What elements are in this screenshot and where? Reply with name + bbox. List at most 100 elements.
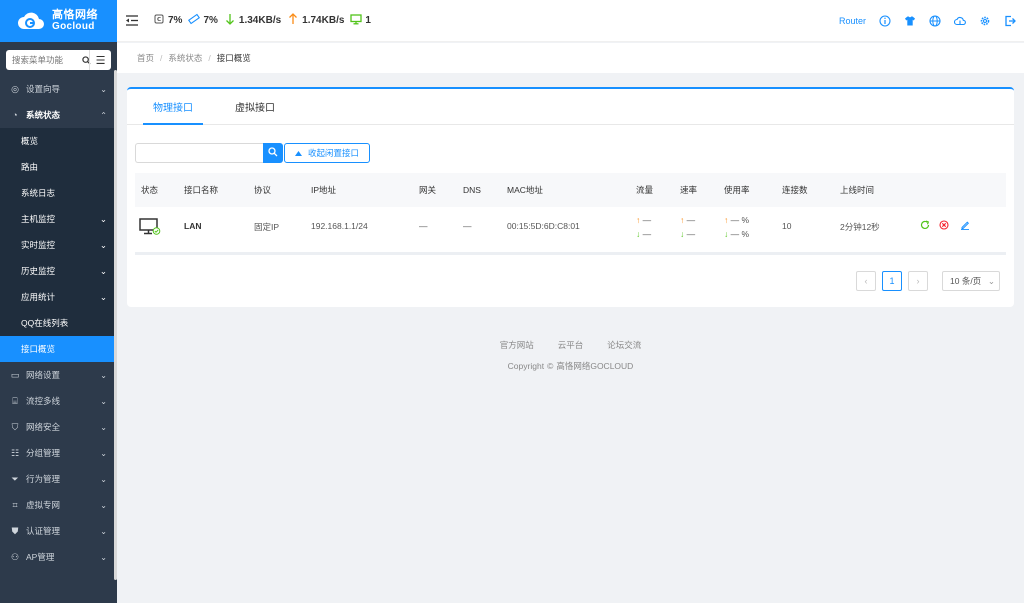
sidebar-subitem-system-log[interactable]: 系统日志 <box>0 180 117 206</box>
chevron-down-icon: ⌄ <box>100 370 107 380</box>
traffic-down-value: — <box>642 229 652 239</box>
sidebar-item-network-security[interactable]: ⛉ 网络安全 ⌄ <box>0 414 117 440</box>
logout-icon[interactable] <box>1004 15 1016 27</box>
interface-status-icon <box>139 218 161 238</box>
filter-icon: ⏷ <box>11 473 19 484</box>
shirt-theme-icon[interactable] <box>904 15 916 27</box>
sidebar-item-network-settings[interactable]: ▭ 网络设置 ⌄ <box>0 362 117 388</box>
ap-icon: ⚇ <box>10 551 20 562</box>
sidebar: 高恪网络 Gocloud ☰ ◎ 设置向导 ⌄ ◔ 系统状态 ⌃ 概览 路由 系… <box>0 0 117 603</box>
page-size-select[interactable]: 10 条/页 ⌄ <box>942 271 1000 291</box>
breadcrumb-separator: / <box>160 53 163 63</box>
menu-search: ☰ <box>6 50 111 70</box>
copyright-icon: © <box>547 361 554 371</box>
menu-toggle-button[interactable]: ☰ <box>89 50 111 70</box>
footer-link-cloud-platform[interactable]: 云平台 <box>558 339 584 351</box>
chevron-down-icon: ⌄ <box>100 448 107 458</box>
next-page-button[interactable]: › <box>908 271 928 291</box>
interface-protocol: 固定IP <box>254 222 280 232</box>
chevron-up-icon: ⌃ <box>100 110 107 120</box>
cloud-upload-icon[interactable] <box>954 15 966 27</box>
network-icon: ⌸ <box>12 395 18 406</box>
sidebar-subitem-realtime-monitor[interactable]: 实时监控 ⌄ <box>0 232 117 258</box>
col-dns: DNS <box>463 185 481 195</box>
tab-virtual-interface[interactable]: 虚拟接口 <box>225 89 285 124</box>
sidebar-collapse-icon[interactable] <box>125 14 139 28</box>
interface-gateway: — <box>419 221 428 231</box>
menu-search-input[interactable] <box>6 51 80 69</box>
subitem-label: 系统日志 <box>21 188 56 198</box>
cpu-value: 7% <box>168 15 183 26</box>
sidebar-subitem-qq-online[interactable]: QQ在线列表 <box>0 310 117 336</box>
refresh-icon[interactable] <box>920 220 930 232</box>
chevron-down-icon: ⌄ <box>100 474 107 484</box>
download-stat: 1.34KB/s <box>224 13 281 28</box>
tab-physical-interface[interactable]: 物理接口 <box>143 89 203 125</box>
sidebar-item-vpn[interactable]: ⌗ 虚拟专网 ⌄ <box>0 492 117 518</box>
interface-uptime: 2分钟12秒 <box>840 222 880 232</box>
memory-value: 7% <box>203 15 218 26</box>
brand-logo[interactable]: 高恪网络 Gocloud <box>0 0 117 42</box>
rate-down-value: — <box>686 229 696 239</box>
sidebar-subitem-host-monitor[interactable]: 主机监控 ⌄ <box>0 206 117 232</box>
sidebar-subitem-overview[interactable]: 概览 <box>0 128 117 154</box>
info-icon[interactable] <box>879 15 891 27</box>
sidebar-subitem-interface-overview[interactable]: 接口概览 <box>0 336 117 362</box>
page-number[interactable]: 1 <box>882 271 902 291</box>
interface-card: 物理接口 虚拟接口 收起闲置接口 状态 接口名称 协议 IP地址 网关 DNS … <box>127 87 1014 307</box>
sidebar-item-flow-control[interactable]: ⌸ 流控多线 ⌄ <box>0 388 117 414</box>
breadcrumb-current: 接口概览 <box>216 53 251 63</box>
subitem-label: 主机监控 <box>21 214 56 224</box>
interface-search-input[interactable] <box>135 143 263 163</box>
breadcrumb: 首页 / 系统状态 / 接口概览 <box>117 43 1024 73</box>
footer-link-official-site[interactable]: 官方网站 <box>500 339 534 351</box>
footer-link-forum[interactable]: 论坛交流 <box>607 339 641 351</box>
interface-search-button[interactable] <box>263 143 283 163</box>
sidebar-item-setup-wizard[interactable]: ◎ 设置向导 ⌄ <box>0 76 117 102</box>
sidebar-item-label: 流控多线 <box>26 396 61 406</box>
chevron-down-icon: ⌄ <box>987 275 995 286</box>
subitem-label: 路由 <box>21 162 39 172</box>
brand-name-cn: 高恪网络 <box>52 8 98 21</box>
sidebar-subitem-app-stats[interactable]: 应用统计 ⌄ <box>0 284 117 310</box>
edit-icon[interactable] <box>960 220 970 232</box>
memory-icon <box>188 13 201 28</box>
sidebar-item-ap-management[interactable]: ⚇ AP管理 ⌄ <box>0 544 117 570</box>
col-name: 接口名称 <box>184 185 219 195</box>
system-stats: C 7% 7% 1.34KB/s 1.74KB/s 1 <box>153 13 371 28</box>
online-stat: 1 <box>350 13 371 28</box>
sidebar-subitem-history-monitor[interactable]: 历史监控 ⌄ <box>0 258 117 284</box>
disable-icon[interactable] <box>939 220 949 232</box>
arrow-down-icon: ↓ <box>680 229 685 239</box>
interface-tabs: 物理接口 虚拟接口 <box>127 89 1014 125</box>
table-header: 状态 接口名称 协议 IP地址 网关 DNS MAC地址 流量 速率 使用率 连… <box>135 173 1006 207</box>
caret-up-icon <box>295 148 302 158</box>
sidebar-item-group-management[interactable]: ☷ 分组管理 ⌄ <box>0 440 117 466</box>
traffic-up-value: — <box>642 215 652 225</box>
sidebar-item-auth-management[interactable]: ⛊ 认证管理 ⌄ <box>0 518 117 544</box>
sidebar-subitem-route[interactable]: 路由 <box>0 154 117 180</box>
arrow-up-icon: ↑ <box>636 215 641 225</box>
gear-icon[interactable] <box>979 15 991 27</box>
breadcrumb-parent[interactable]: 系统状态 <box>168 52 202 64</box>
upload-stat: 1.74KB/s <box>287 13 344 28</box>
prev-page-button[interactable]: ‹ <box>856 271 876 291</box>
interface-connections: 10 <box>782 221 792 231</box>
rate-up-value: — <box>686 215 696 225</box>
brand-name-en: Gocloud <box>52 20 95 32</box>
shield-icon: ⛉ <box>11 421 19 432</box>
auth-icon: ⛊ <box>11 525 19 536</box>
collapse-label: 收起闲置接口 <box>308 148 360 158</box>
col-usage: 使用率 <box>724 185 750 195</box>
subitem-label: 实时监控 <box>21 240 56 250</box>
sidebar-item-system-status[interactable]: ◔ 系统状态 ⌃ <box>0 102 117 128</box>
col-status: 状态 <box>141 185 159 195</box>
sidebar-item-label: 分组管理 <box>26 448 61 458</box>
sidebar-item-behavior-management[interactable]: ⏷ 行为管理 ⌄ <box>0 466 117 492</box>
collapse-idle-interfaces-button[interactable]: 收起闲置接口 <box>284 143 371 163</box>
globe-icon[interactable] <box>929 15 941 27</box>
breadcrumb-home[interactable]: 首页 <box>137 52 154 64</box>
col-connections: 连接数 <box>782 185 808 195</box>
sidebar-scrollbar[interactable] <box>114 70 117 580</box>
router-link[interactable]: Router <box>839 16 866 26</box>
